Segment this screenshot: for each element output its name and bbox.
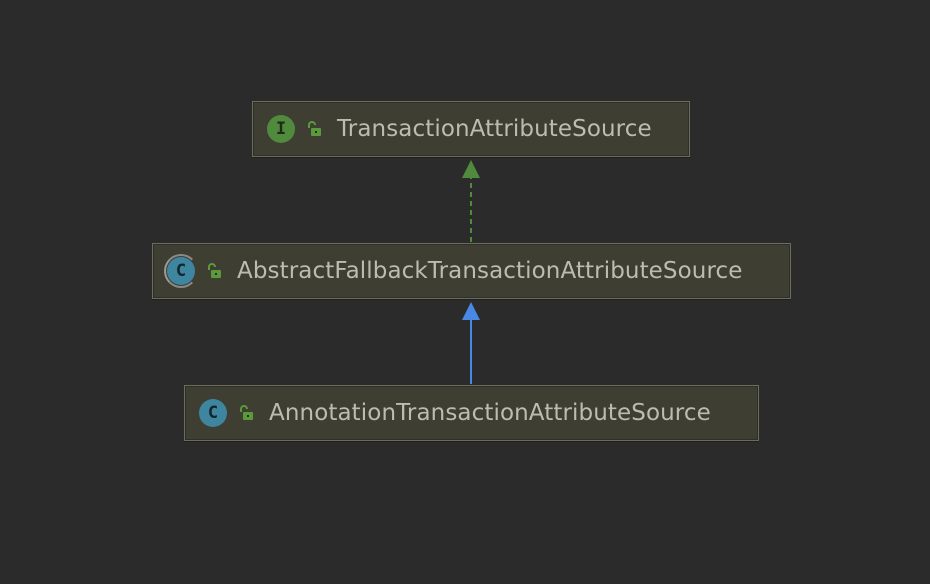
- diagram-canvas: I TransactionAttributeSource C AbstractF…: [0, 0, 930, 584]
- node-label: TransactionAttributeSource: [337, 116, 652, 142]
- interface-icon: I: [267, 115, 295, 143]
- node-transaction-attribute-source[interactable]: I TransactionAttributeSource: [252, 101, 690, 157]
- class-icon: C: [199, 399, 227, 427]
- edge-implements-arrowhead: [462, 160, 480, 178]
- unlocked-padlock-icon: [308, 121, 321, 136]
- node-abstract-fallback-transaction-attribute-source[interactable]: C AbstractFallbackTransactionAttributeSo…: [152, 243, 791, 299]
- node-label: AbstractFallbackTransactionAttributeSour…: [237, 258, 743, 284]
- edge-extends-arrowhead: [462, 302, 480, 320]
- unlocked-padlock-icon: [208, 263, 221, 278]
- abstract-class-icon: C: [164, 254, 198, 288]
- unlocked-padlock-icon: [240, 405, 253, 420]
- node-label: AnnotationTransactionAttributeSource: [269, 400, 711, 426]
- node-annotation-transaction-attribute-source[interactable]: C AnnotationTransactionAttributeSource: [184, 385, 759, 441]
